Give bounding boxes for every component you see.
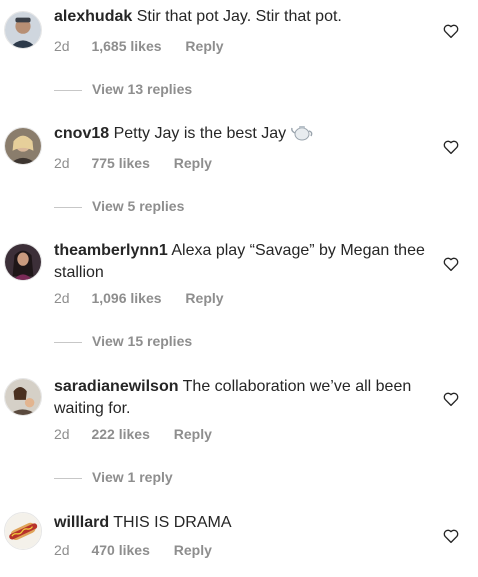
hotdog-avatar-icon [5,513,41,549]
comment-meta: 2d 222 likes Reply [54,426,212,442]
replies-divider [54,477,82,479]
like-button[interactable] [442,22,460,40]
view-replies-label: View 1 reply [92,469,173,485]
reply-button[interactable]: Reply [185,290,223,306]
view-replies-label: View 15 replies [92,333,193,349]
view-replies-button[interactable]: View 1 reply [54,469,173,485]
comment-username[interactable]: saradianewilson [54,378,179,395]
comment-age: 2d [54,426,70,442]
heart-outline-icon [443,140,459,155]
comment-username[interactable]: alexhudak [54,8,132,25]
reply-button[interactable]: Reply [174,426,212,442]
like-button[interactable] [442,527,460,545]
comment-text: cnov18 Petty Jay is the best Jay [54,123,426,145]
comment-age: 2d [54,290,70,306]
comment-likes[interactable]: 775 likes [91,155,149,171]
comment-username[interactable]: cnov18 [54,125,109,142]
heart-outline-icon [443,392,459,407]
avatar[interactable] [4,378,42,416]
comment-body: Petty Jay is the best Jay [113,125,287,142]
comment-meta: 2d 470 likes Reply [54,542,212,558]
comment-likes[interactable]: 470 likes [91,542,149,558]
comment-username[interactable]: willlard [54,514,109,531]
comment-age: 2d [54,38,70,54]
comment-username[interactable]: theamberlynn1 [54,242,168,259]
comment-age: 2d [54,542,70,558]
comment-body: Stir that pot Jay. Stir that pot. [136,8,342,25]
avatar-photo-icon [5,12,41,48]
avatar-photo-icon [5,128,41,164]
comment-body: THIS IS DRAMA [113,514,232,531]
heart-outline-icon [443,24,459,39]
replies-divider [54,341,82,343]
comment-text: saradianewilson The collaboration we’ve … [54,376,426,420]
avatar[interactable] [4,512,42,550]
comment-meta: 2d 1,685 likes Reply [54,38,224,54]
heart-outline-icon [443,529,459,544]
comment-meta: 2d 775 likes Reply [54,155,212,171]
reply-button[interactable]: Reply [174,155,212,171]
comment-meta: 2d 1,096 likes Reply [54,290,224,306]
comment-age: 2d [54,155,70,171]
avatar[interactable] [4,243,42,281]
comment-likes[interactable]: 1,685 likes [91,38,161,54]
comment-text: willlard THIS IS DRAMA [54,512,426,534]
teapot-emoji-icon [290,126,312,141]
like-button[interactable] [442,138,460,156]
comment-likes[interactable]: 1,096 likes [91,290,161,306]
reply-button[interactable]: Reply [185,38,223,54]
heart-outline-icon [443,257,459,272]
replies-divider [54,206,82,208]
like-button[interactable] [442,255,460,273]
avatar[interactable] [4,127,42,165]
reply-button[interactable]: Reply [174,542,212,558]
comment-text: alexhudak Stir that pot Jay. Stir that p… [54,6,426,28]
avatar[interactable] [4,11,42,49]
view-replies-button[interactable]: View 13 replies [54,81,192,97]
view-replies-button[interactable]: View 5 replies [54,198,184,214]
view-replies-label: View 5 replies [92,198,185,214]
view-replies-button[interactable]: View 15 replies [54,333,192,349]
comment-likes[interactable]: 222 likes [91,426,149,442]
view-replies-label: View 13 replies [92,81,193,97]
like-button[interactable] [442,390,460,408]
replies-divider [54,89,82,91]
comment-text: theamberlynn1 Alexa play “Savage” by Meg… [54,240,426,284]
avatar-photo-icon [5,379,41,415]
avatar-photo-icon [5,244,41,280]
